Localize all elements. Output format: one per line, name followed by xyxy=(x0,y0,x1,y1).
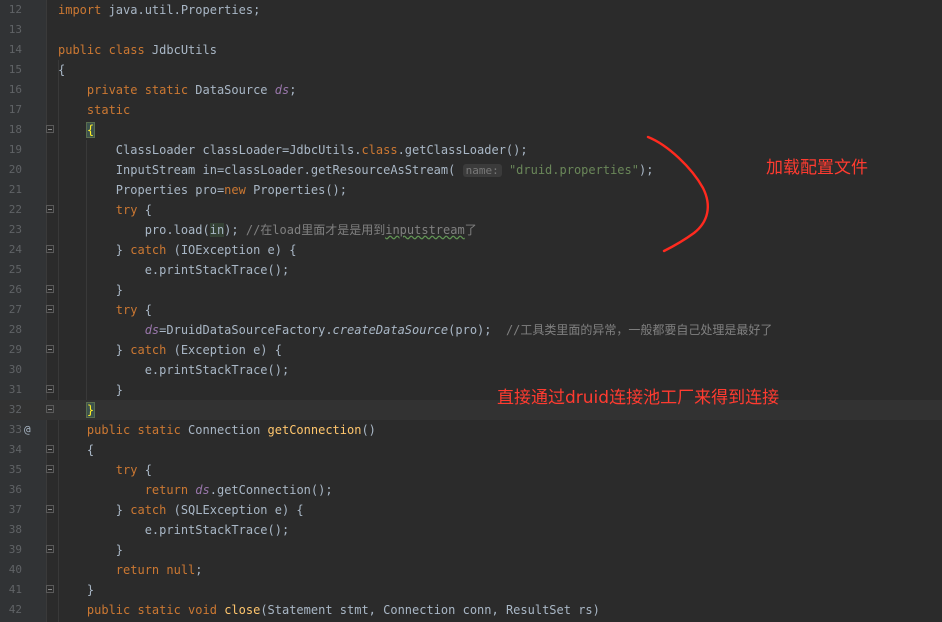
annotation-druid-pool: 直接通过druid连接池工厂来得到连接 xyxy=(497,388,780,408)
annotation-load-config: 加载配置文件 xyxy=(766,158,868,178)
red-bracket-drawing xyxy=(646,135,709,253)
